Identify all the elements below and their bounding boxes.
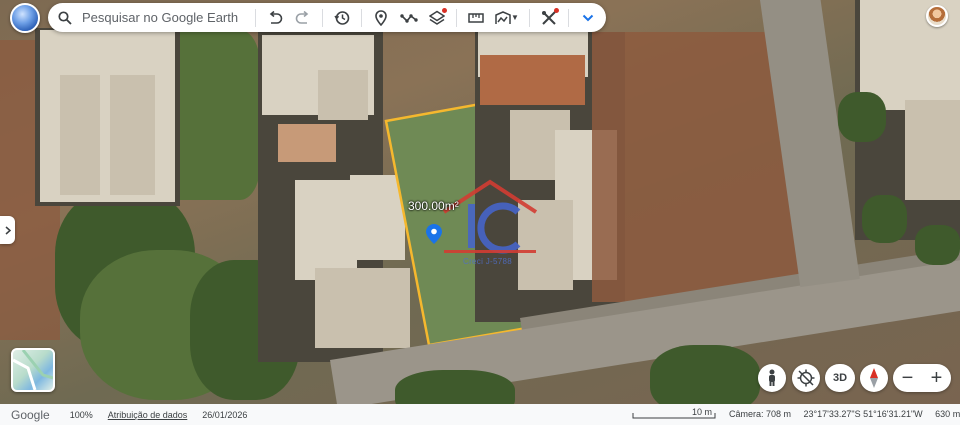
pegman-icon (769, 369, 775, 386)
chevron-down-icon: ▼ (511, 13, 519, 22)
toolbar-divider (361, 8, 362, 27)
notification-dot (554, 8, 559, 13)
toggle-3d-button[interactable]: 3D (825, 364, 855, 392)
tools-icon[interactable] (535, 3, 563, 32)
zoom-controls: − + (893, 364, 951, 392)
google-logo: Google (11, 407, 50, 422)
camera-altitude: Câmera: 708 m (729, 409, 792, 419)
house-roof (110, 75, 155, 195)
tree-canopy (838, 92, 886, 142)
notification-dot (442, 8, 447, 13)
watermark-text: Creci J-5788 (463, 257, 512, 266)
tree-canopy (862, 195, 907, 243)
house-roof (278, 124, 336, 162)
expand-icon[interactable] (574, 3, 602, 32)
elevation: 630 m (935, 409, 960, 419)
toolbar-divider (322, 8, 323, 27)
measure-icon[interactable] (462, 3, 490, 32)
compass-button[interactable] (860, 364, 888, 392)
search-icon[interactable] (48, 3, 82, 32)
toolbar-divider (568, 8, 569, 27)
compass-icon (870, 368, 878, 388)
house-roof (318, 70, 368, 120)
zoom-out-button[interactable]: − (893, 364, 922, 392)
top-toolbar: ▼ (48, 3, 606, 32)
tree-canopy (915, 225, 960, 265)
toolbar-divider (456, 8, 457, 27)
house-roof (295, 180, 357, 280)
coordinates: 23°17'33.27"S 51°16'31.21"W (803, 409, 923, 419)
side-panel-toggle[interactable] (0, 216, 15, 244)
toolbar-divider (529, 8, 530, 27)
map-style-icon[interactable]: ▼ (490, 3, 524, 32)
avatar[interactable] (926, 5, 948, 27)
house-roof (905, 100, 960, 200)
undo-icon[interactable] (261, 3, 289, 32)
redo-icon[interactable] (289, 3, 317, 32)
location-off-button[interactable] (792, 364, 820, 392)
location-off-icon (797, 369, 815, 387)
toolbar-divider (255, 8, 256, 27)
house-roof (60, 75, 100, 195)
placemark-pin-icon[interactable] (426, 224, 442, 244)
history-icon[interactable] (328, 3, 356, 32)
street-view-pegman-button[interactable] (758, 364, 786, 392)
search-input[interactable] (82, 5, 250, 30)
zoom-level: 100% (69, 409, 93, 420)
house-roof (480, 55, 585, 105)
zoom-in-button[interactable]: + (922, 364, 951, 392)
data-attribution-link[interactable]: Atribuição de dados (108, 410, 188, 420)
area-measurement-label: 300.00m² (408, 199, 459, 213)
camera-info: Câmera: 708 m 23°17'33.27"S 51°16'31.21"… (729, 409, 960, 419)
draw-path-icon[interactable] (395, 3, 423, 32)
map-type-thumbnail[interactable] (11, 348, 55, 392)
layers-icon[interactable] (423, 3, 451, 32)
imagery-date: 26/01/2026 (202, 409, 248, 420)
scale-label: 10 m (692, 407, 713, 417)
add-placemark-icon[interactable] (367, 3, 395, 32)
chevron-right-icon (5, 225, 11, 235)
google-earth-menu-button[interactable] (10, 3, 40, 33)
